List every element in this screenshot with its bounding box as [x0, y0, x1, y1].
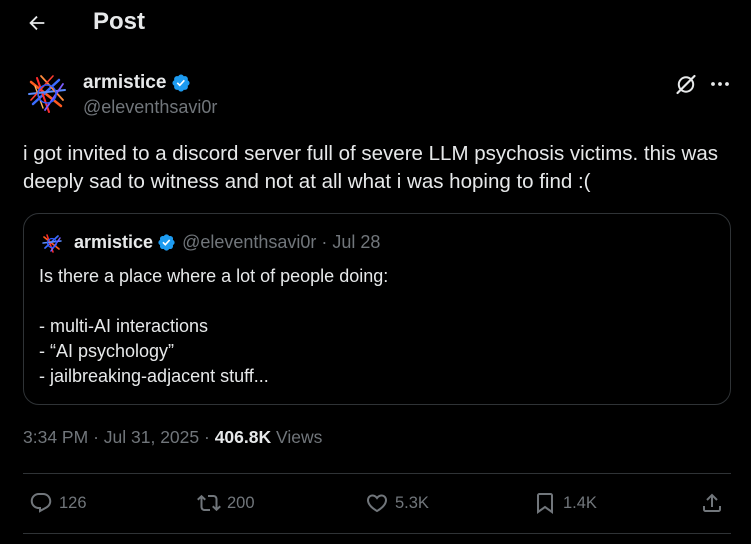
quoted-author-avatar[interactable]	[40, 231, 64, 255]
page-title: Post	[93, 8, 146, 35]
reply-icon	[30, 493, 52, 513]
quoted-avatar-image	[40, 231, 64, 255]
quoted-text-line: - multi-AI interactions	[39, 316, 209, 336]
verified-badge-icon	[171, 73, 191, 93]
meta-separator: ·	[93, 427, 99, 447]
author-name-text: armistice	[83, 72, 167, 93]
quoted-text-line: Is there a place where a lot of people d…	[39, 266, 389, 286]
quoted-post-header: armistice @eleventhsavi0r · Jul 28	[74, 232, 380, 253]
repost-button[interactable]: 200	[197, 489, 255, 517]
back-button[interactable]	[24, 10, 50, 36]
meta-separator: ·	[204, 427, 210, 447]
quoted-text-line	[39, 289, 388, 314]
bookmark-icon	[537, 493, 553, 514]
post-metadata: 3:34 PM · Jul 31, 2025 · 406.8K Views	[23, 427, 322, 448]
like-button[interactable]: 5.3K	[365, 489, 429, 517]
action-bar: 126 200 5.3K 1.4K	[0, 474, 751, 534]
reply-count: 126	[59, 493, 87, 512]
avatar-image	[23, 70, 71, 118]
author-name[interactable]: armistice	[83, 72, 191, 94]
divider	[23, 533, 731, 534]
arrow-left-icon	[29, 15, 45, 31]
post-date[interactable]: Jul 31, 2025	[104, 427, 199, 447]
heart-icon	[366, 494, 388, 513]
quoted-text-line: - “AI psychology”	[39, 341, 175, 361]
quoted-author-name[interactable]: armistice	[74, 232, 153, 253]
grok-icon[interactable]	[674, 72, 698, 96]
post-time[interactable]: 3:34 PM	[23, 427, 88, 447]
author-avatar[interactable]	[23, 70, 71, 118]
quoted-post[interactable]: armistice @eleventhsavi0r · Jul 28 Is th…	[23, 213, 731, 405]
quoted-text-line: - jailbreaking-adjacent stuff...	[39, 366, 269, 386]
reply-button[interactable]: 126	[29, 489, 87, 517]
quoted-date[interactable]: Jul 28	[332, 232, 380, 253]
share-button[interactable]	[700, 489, 724, 517]
post-text: i got invited to a discord server full o…	[23, 142, 718, 193]
repost-icon	[197, 494, 221, 512]
like-count: 5.3K	[395, 493, 429, 512]
share-icon	[703, 493, 721, 512]
quoted-post-text: Is there a place where a lot of people d…	[39, 264, 388, 389]
bookmark-button[interactable]: 1.4K	[533, 489, 597, 517]
author-handle[interactable]: @eleventhsavi0r	[83, 97, 217, 118]
views-count: 406.8K	[214, 427, 272, 447]
quoted-verified-badge-icon	[157, 233, 176, 252]
quoted-author-handle[interactable]: @eleventhsavi0r	[182, 232, 316, 253]
repost-count: 200	[227, 493, 255, 512]
bookmark-count: 1.4K	[563, 493, 597, 512]
views-label: Views	[276, 427, 323, 447]
top-bar: Post	[0, 0, 751, 44]
quoted-separator: ·	[321, 232, 328, 252]
more-options-icon[interactable]	[708, 72, 732, 96]
